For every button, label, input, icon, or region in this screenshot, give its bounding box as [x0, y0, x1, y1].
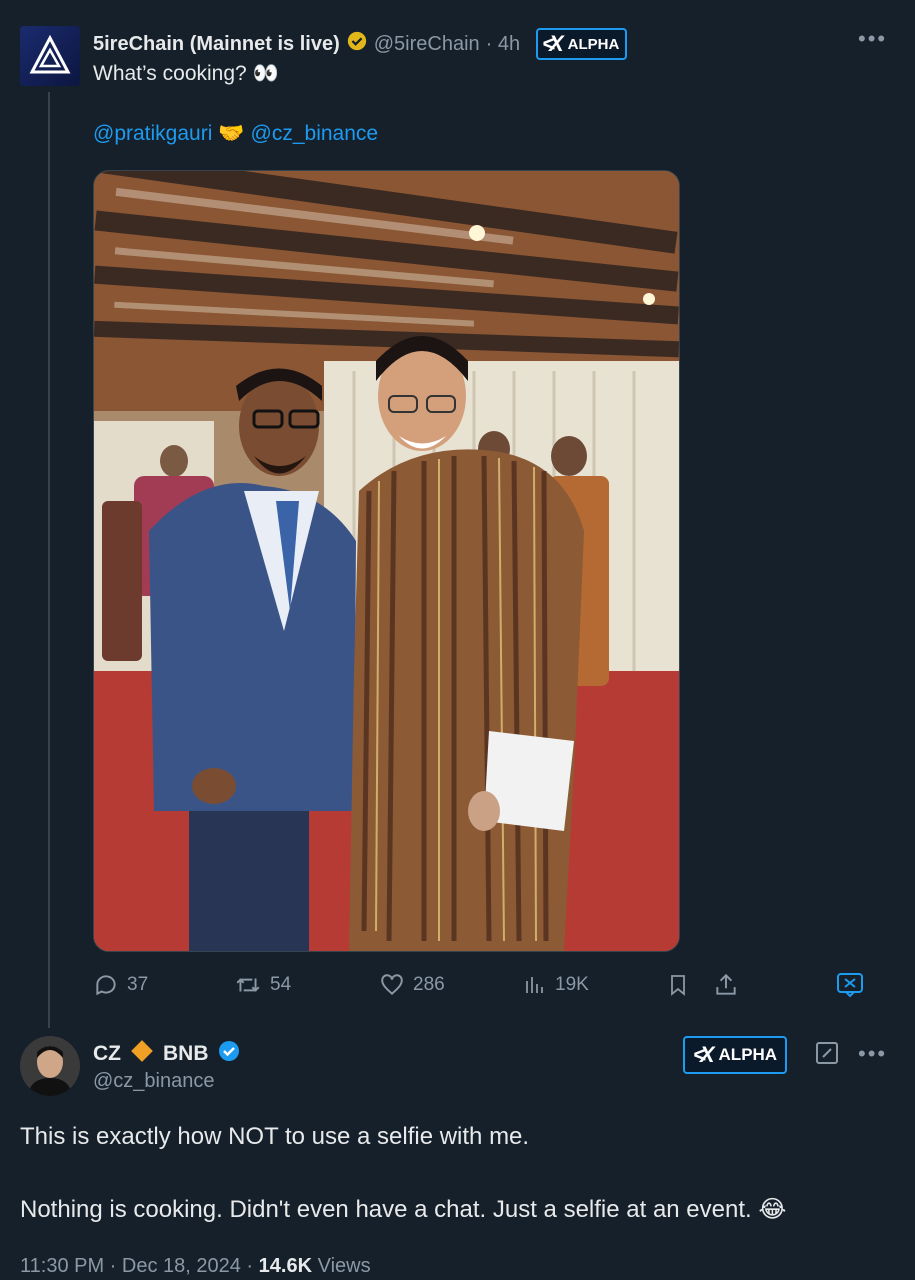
bookmark-icon	[671, 975, 685, 996]
repost-icon	[236, 978, 260, 992]
tweet2-line1: This is exactly how NOT to use a selfie …	[20, 1123, 530, 1150]
display-name[interactable]: CZ	[93, 1042, 121, 1066]
tweet1-header: 5ireChain (Mainnet is live) @5ireChain ·…	[93, 28, 628, 60]
bookmark-button[interactable]	[666, 968, 690, 1002]
view-count: 14.6K	[258, 1255, 313, 1277]
alpha-badge[interactable]: <X ALPHA	[683, 1036, 788, 1074]
photo-illustration	[94, 171, 679, 951]
timestamp[interactable]: 11:30 PM · Dec 18, 2024 ·	[20, 1255, 259, 1277]
thread-line	[48, 92, 50, 1028]
bnb-diamond-icon	[129, 1038, 155, 1070]
alpha-x-icon	[837, 973, 863, 998]
tweet2-header: CZ BNB	[93, 1038, 241, 1070]
tweet2-meta: 11:30 PM · Dec 18, 2024 · 14.6K Views	[20, 1255, 371, 1278]
handle[interactable]: @cz_binance	[93, 1070, 214, 1093]
reply-count: 37	[127, 974, 149, 995]
like-button[interactable]: 286	[379, 968, 445, 1002]
mention-pratikgauri[interactable]: @pratikgauri	[93, 122, 212, 146]
5irechain-logo-icon	[29, 34, 71, 74]
handshake-emoji: 🤝	[218, 122, 245, 145]
tweet2-line2: Nothing is cooking. Didn't even have a c…	[20, 1196, 787, 1223]
alpha-x-button[interactable]	[836, 968, 864, 1002]
bnb-label[interactable]: BNB	[163, 1042, 209, 1066]
share-icon	[716, 973, 736, 995]
avatar-photo	[20, 1036, 80, 1096]
like-count: 286	[413, 974, 445, 995]
display-name[interactable]: 5ireChain (Mainnet is live)	[93, 33, 340, 56]
views-button[interactable]: 19K	[523, 968, 589, 1002]
reply-icon	[96, 975, 116, 996]
analytics-icon	[526, 977, 543, 993]
avatar-cz[interactable]	[20, 1036, 80, 1096]
alpha-label: ALPHA	[567, 35, 620, 53]
edit-icon[interactable]	[815, 1041, 839, 1070]
timestamp[interactable]: · 4h	[486, 33, 520, 56]
verified-gold-icon	[346, 30, 368, 58]
avatar-5irechain[interactable]	[20, 26, 80, 86]
view-count: 19K	[555, 974, 589, 995]
heart-icon	[381, 974, 403, 995]
mention-cz-binance[interactable]: @cz_binance	[251, 122, 379, 146]
tweet1-text: What’s cooking? 👀	[93, 62, 279, 85]
alpha-badge[interactable]: <X ALPHA	[536, 28, 628, 60]
more-options-icon[interactable]: •••	[858, 1041, 887, 1067]
repost-button[interactable]: 54	[234, 968, 291, 1002]
views-label: Views	[317, 1255, 371, 1277]
x-logo-icon: <X	[542, 31, 563, 56]
repost-count: 54	[270, 974, 292, 995]
reply-button[interactable]: 37	[93, 968, 148, 1002]
x-logo-icon: <X	[693, 1042, 714, 1067]
tweet-photo[interactable]	[93, 170, 680, 952]
alpha-label: ALPHA	[718, 1045, 778, 1064]
verified-blue-icon	[217, 1039, 241, 1069]
handle[interactable]: @5ireChain	[374, 33, 480, 56]
share-button[interactable]	[713, 968, 739, 1002]
more-options-icon[interactable]: •••	[858, 26, 887, 52]
tweet1-mentions: @pratikgauri 🤝 @cz_binance	[93, 122, 378, 146]
